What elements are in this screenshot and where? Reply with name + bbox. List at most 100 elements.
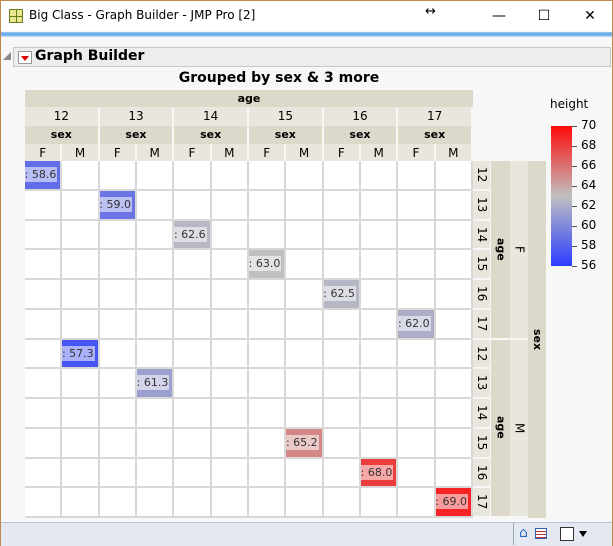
heatmap-cell[interactable] [62, 161, 100, 191]
heatmap-cell[interactable] [249, 190, 287, 221]
heatmap-cell[interactable] [211, 428, 249, 459]
heatmap-filled-cell[interactable]: Mean: 57.3 [62, 339, 98, 368]
heatmap-filled-cell[interactable]: Mean: 65.2 [286, 428, 322, 457]
heatmap-cell[interactable] [25, 428, 63, 459]
heatmap-cell[interactable] [62, 399, 100, 429]
square-icon[interactable] [560, 527, 574, 541]
heatmap-cell[interactable] [99, 250, 137, 280]
heatmap-cell[interactable] [398, 250, 436, 280]
heatmap-filled-cell[interactable]: Mean: 69.0 [435, 488, 471, 516]
close-button[interactable]: ✕ [567, 5, 613, 27]
heatmap-cell[interactable] [174, 488, 212, 518]
heatmap-cell[interactable] [99, 339, 137, 370]
heatmap-cell[interactable] [174, 428, 212, 459]
heatmap-cell[interactable] [25, 399, 63, 429]
heatmap-cell[interactable] [286, 399, 324, 429]
heatmap-cell[interactable] [137, 309, 175, 340]
dropdown-arrow-icon[interactable] [579, 531, 587, 537]
heatmap-cell[interactable] [323, 369, 361, 399]
heatmap-cell[interactable] [25, 339, 63, 370]
heatmap-cell[interactable] [25, 190, 63, 221]
heatmap-cell[interactable] [62, 190, 100, 221]
heatmap-cell[interactable] [211, 220, 249, 251]
heatmap-filled-cell[interactable]: Mean: 61.3 [137, 369, 173, 397]
heatmap-cell[interactable] [435, 309, 473, 340]
heatmap-cell[interactable] [361, 280, 399, 310]
heatmap-cell[interactable] [249, 220, 287, 251]
heatmap-cell[interactable] [323, 220, 361, 251]
heatmap-cell[interactable] [137, 190, 175, 221]
heatmap-cell[interactable] [211, 488, 249, 518]
heatmap-cell[interactable] [62, 428, 100, 459]
heatmap-cell[interactable] [435, 339, 473, 370]
heatmap-cell[interactable] [137, 280, 175, 310]
heatmap-cell[interactable] [25, 250, 63, 280]
resize-arrows-icon[interactable]: ↔ [425, 4, 436, 19]
heatmap-cell[interactable] [174, 339, 212, 370]
heatmap-cell[interactable] [25, 488, 63, 518]
heatmap-cell[interactable] [62, 250, 100, 280]
heatmap-filled-cell[interactable]: Mean: 62.0 [398, 309, 434, 338]
heatmap-cell[interactable] [286, 458, 324, 489]
heatmap-cell[interactable] [398, 399, 436, 429]
heatmap-cell[interactable] [211, 161, 249, 191]
heatmap-cell[interactable] [174, 458, 212, 489]
heatmap-cell[interactable] [398, 369, 436, 399]
heatmap-cell[interactable] [137, 339, 175, 370]
heatmap-cell[interactable] [249, 280, 287, 310]
heatmap-cell[interactable] [435, 220, 473, 251]
heatmap-cell[interactable] [249, 161, 287, 191]
heatmap-cell[interactable] [398, 190, 436, 221]
disclosure-triangle-icon[interactable] [3, 52, 11, 60]
heatmap-cell[interactable] [174, 161, 212, 191]
home-icon[interactable]: ⌂ [519, 525, 528, 541]
heatmap-cell[interactable] [25, 369, 63, 399]
heatmap-cell[interactable] [361, 309, 399, 340]
maximize-button[interactable]: ☐ [521, 5, 567, 27]
heatmap-cell[interactable] [137, 161, 175, 191]
heatmap-cell[interactable] [249, 309, 287, 340]
heatmap-cell[interactable] [99, 220, 137, 251]
heatmap-cell[interactable] [174, 369, 212, 399]
heatmap-cell[interactable] [25, 280, 63, 310]
heatmap-cell[interactable] [137, 428, 175, 459]
heatmap-cell[interactable] [398, 339, 436, 370]
heatmap-cell[interactable] [435, 458, 473, 489]
heatmap-cell[interactable] [398, 458, 436, 489]
heatmap-cell[interactable] [361, 339, 399, 370]
heatmap-cell[interactable] [286, 161, 324, 191]
heatmap-cell[interactable] [211, 280, 249, 310]
data-table-icon[interactable] [535, 528, 547, 539]
heatmap-cell[interactable] [137, 458, 175, 489]
heatmap-cell[interactable] [211, 339, 249, 370]
heatmap-cell[interactable] [249, 458, 287, 489]
heatmap-filled-cell[interactable]: Mean: 58.6 [25, 161, 61, 189]
red-triangle-menu-icon[interactable] [18, 51, 32, 64]
heatmap-cell[interactable] [249, 488, 287, 518]
heatmap-cell[interactable] [174, 309, 212, 340]
heatmap-cell[interactable] [323, 399, 361, 429]
heatmap-cell[interactable] [286, 190, 324, 221]
heatmap-cell[interactable] [174, 399, 212, 429]
heatmap-cell[interactable] [62, 369, 100, 399]
heatmap-cell[interactable] [99, 369, 137, 399]
heatmap-cell[interactable] [137, 220, 175, 251]
heatmap-cell[interactable] [99, 280, 137, 310]
heatmap-cell[interactable] [323, 428, 361, 459]
heatmap-cell[interactable] [323, 309, 361, 340]
heatmap-filled-cell[interactable]: Mean: 62.6 [174, 220, 210, 249]
heatmap-cell[interactable] [62, 220, 100, 251]
heatmap-cell[interactable] [25, 309, 63, 340]
heatmap-cell[interactable] [211, 369, 249, 399]
heatmap-cell[interactable] [62, 488, 100, 518]
heatmap-cell[interactable] [323, 488, 361, 518]
heatmap-cell[interactable] [398, 280, 436, 310]
heatmap-cell[interactable] [99, 428, 137, 459]
heatmap-cell[interactable] [174, 280, 212, 310]
heatmap-cell[interactable] [286, 250, 324, 280]
heatmap-cell[interactable] [174, 250, 212, 280]
heatmap-cell[interactable] [435, 399, 473, 429]
heatmap-cell[interactable] [398, 220, 436, 251]
heatmap-filled-cell[interactable]: Mean: 62.5 [323, 280, 359, 308]
heatmap-cell[interactable] [286, 369, 324, 399]
